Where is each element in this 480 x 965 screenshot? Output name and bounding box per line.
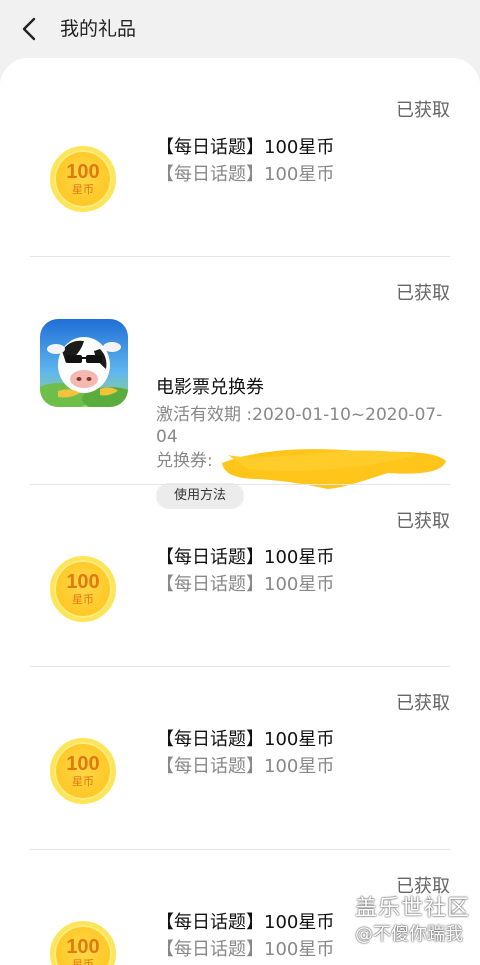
coin-unit: 星币 xyxy=(72,774,94,788)
gift-item-coin-2[interactable]: 已获取 100 星币 【每日话题】100星币 【每日话题】100星币 xyxy=(30,485,450,666)
gift-subtitle: 【每日话题】100星币 xyxy=(156,164,335,185)
gift-item-coin-3[interactable]: 已获取 100 星币 【每日话题】100星币 【每日话题】100星币 xyxy=(30,667,450,849)
status-label: 已获取 xyxy=(396,511,450,532)
status-label: 已获取 xyxy=(396,283,450,304)
back-button[interactable] xyxy=(14,14,44,44)
cow-app-icon xyxy=(40,319,128,407)
gift-item-coin-1[interactable]: 已获取 100 星币 【每日话题】100星币 【每日话题】100星币 xyxy=(30,58,450,256)
gift-title: 【每日话题】100星币 xyxy=(156,137,335,158)
community-watermark: 盖乐世社区 @不傻你踹我 xyxy=(355,895,470,947)
coin-amount: 100 xyxy=(66,570,100,593)
gift-subtitle: 【每日话题】100星币 xyxy=(156,756,335,777)
gift-subtitle: 【每日话题】100星币 xyxy=(156,939,335,960)
gift-title: 【每日话题】100星币 xyxy=(156,729,335,750)
gift-title: 【每日话题】100星币 xyxy=(156,547,335,568)
page-title: 我的礼品 xyxy=(60,18,137,40)
star-coin-icon: 100 星币 xyxy=(50,556,116,622)
gift-subtitle: 【每日话题】100星币 xyxy=(156,574,335,595)
chevron-left-icon xyxy=(22,17,36,41)
header-bar: 我的礼品 xyxy=(0,0,480,58)
star-coin-icon: 100 星币 xyxy=(50,738,116,804)
redeem-code-label: 兑换券: xyxy=(156,451,213,471)
coin-unit: 星币 xyxy=(72,592,94,606)
status-label: 已获取 xyxy=(396,693,450,714)
coin-amount: 100 xyxy=(66,935,100,958)
gift-item-movie-ticket[interactable]: 已获取 电影票兑换券 激活有效期:2020-01-10~2020-07-04 … xyxy=(30,257,450,509)
star-coin-icon: 100 星币 xyxy=(50,921,116,965)
status-label: 已获取 xyxy=(396,100,450,121)
coin-amount: 100 xyxy=(66,160,100,183)
gift-list: 已获取 100 星币 【每日话题】100星币 【每日话题】100星币 已获取 电… xyxy=(0,58,480,965)
watermark-brand: 盖乐世社区 xyxy=(354,896,470,921)
coin-unit: 星币 xyxy=(72,182,94,196)
star-coin-icon: 100 星币 xyxy=(50,146,116,212)
gift-title: 【每日话题】100星币 xyxy=(156,912,335,933)
gift-title: 电影票兑换券 xyxy=(156,377,264,398)
coin-amount: 100 xyxy=(66,752,100,775)
coin-unit: 星币 xyxy=(72,957,94,965)
watermark-user: @不傻你踹我 xyxy=(354,924,463,945)
